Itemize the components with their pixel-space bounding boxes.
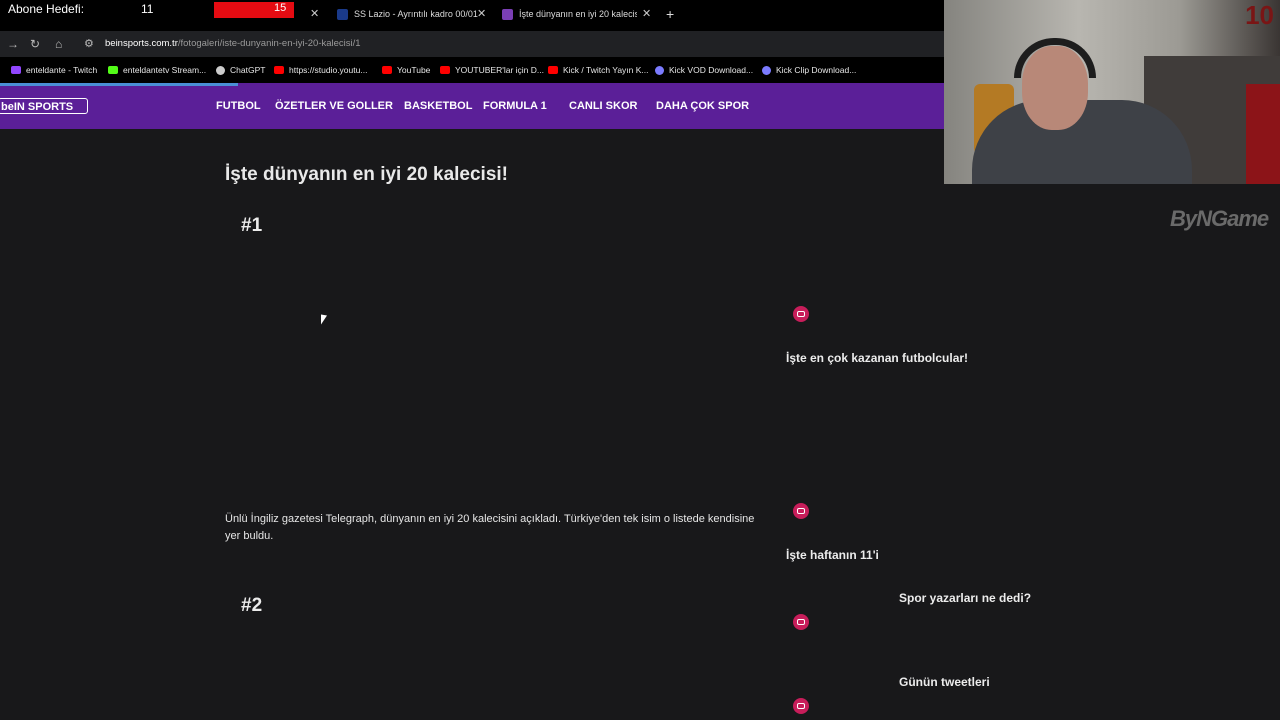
bookmark-item[interactable]: enteldante - Twitch [11,65,97,75]
camera-icon [793,503,809,519]
nav-accent-line [0,83,238,86]
url-field[interactable]: beinsports.com.tr/fotogaleri/iste-dunyan… [105,38,361,49]
chatgpt-icon [216,65,225,75]
tab-lazio[interactable]: SS Lazio - Ayrıntılı kadro 00/01 [337,0,487,28]
nav-canli-skor[interactable]: CANLI SKOR [569,100,637,112]
nav-futbol[interactable]: FUTBOL [216,100,261,112]
site-navbar: beIN SPORTS FUTBOL ÖZETLER VE GOLLER BAS… [0,83,944,129]
bookmarks-bar: enteldante - Twitch enteldantetv Stream.… [0,57,944,83]
webcam-overlay: 10 [944,0,1280,184]
bookmark-label: ChatGPT [230,65,266,75]
url-host: beinsports.com.tr [105,38,178,49]
address-bar: → ↻ ⌂ ⚙ beinsports.com.tr/fotogaleri/ist… [0,31,944,57]
home-icon[interactable]: ⌂ [55,37,62,51]
nav-basketbol[interactable]: BASKETBOL [404,100,472,112]
download-site-icon [762,65,771,75]
tab-title: İşte dünyanın en iyi 20 kalecisi | [519,9,637,19]
nav-daha-cok-spor[interactable]: DAHA ÇOK SPOR [656,100,749,112]
site-settings-icon[interactable]: ⚙ [84,37,94,50]
camera-icon [793,614,809,630]
bookmark-label: Kick / Twitch Yayın K... [563,65,649,75]
mouse-cursor-icon [321,314,327,326]
bookmark-label: YouTube [397,65,431,75]
sidebar-link[interactable]: Spor yazarları ne dedi? [899,591,1031,605]
sidebar-link[interactable]: Günün tweetleri [899,675,990,689]
browser-tab-bar: Abone Hedefi: 11 15 SS Lazio - Ayrıntılı… [0,0,944,31]
tab-title: SS Lazio - Ayrıntılı kadro 00/01 [354,9,478,19]
bookmark-label: YOUTUBER'lar için D... [455,65,544,75]
nav-formula-1[interactable]: FORMULA 1 [483,100,547,112]
bookmark-item[interactable]: Kick Clip Download... [762,65,856,75]
close-tab-icon[interactable]: ✕ [477,7,486,20]
bookmark-item[interactable]: YOUTUBER'lar için D... [440,65,544,75]
bookmark-label: enteldantetv Stream... [123,65,207,75]
channel-watermark-logo: ByNGame [1170,206,1269,231]
bookmark-label: Kick Clip Download... [776,65,857,75]
gallery-item-number: #2 [241,595,263,616]
twitch-icon [11,66,21,74]
bookmark-label: Kick VOD Download... [669,65,754,75]
bookmark-item[interactable]: YouTube [382,65,430,75]
webcam-badge: 10 [1245,0,1274,30]
bein-favicon-icon [502,8,513,20]
bookmark-item[interactable]: ChatGPT [216,65,265,75]
camera-icon [793,306,809,322]
close-tab-icon[interactable]: ✕ [642,7,651,20]
tab-active-article[interactable]: İşte dünyanın en iyi 20 kalecisi | [502,0,637,28]
reload-icon[interactable]: ↻ [30,37,40,51]
bookmark-item[interactable]: enteldantetv Stream... [108,65,206,75]
close-tab-icon[interactable]: ✕ [310,7,319,20]
bookmark-item[interactable]: https://studio.youtu... [274,65,367,75]
new-tab-icon[interactable]: + [666,6,674,22]
goal-current: 11 [141,2,154,16]
goal-target: 15 [274,2,287,14]
subscriber-goal-overlay: Abone Hedefi: 11 15 [0,0,300,18]
download-site-icon [655,65,664,75]
article-description: Ünlü İngiliz gazetesi Telegraph, dünyanı… [225,513,755,542]
url-path: /fotogaleri/iste-dunyanin-en-iyi-20-kale… [177,38,361,49]
youtube-icon [548,66,558,74]
bookmark-item[interactable]: Kick VOD Download... [655,65,753,75]
bookmark-item[interactable]: Kick / Twitch Yayın K... [548,65,649,75]
forward-icon[interactable]: → [7,37,19,51]
youtube-icon [382,66,392,74]
goal-label: Abone Hedefi: [8,2,85,16]
gallery-item-number: #1 [241,215,263,236]
bookmark-label: https://studio.youtu... [289,65,368,75]
sidebar-link[interactable]: İşte en çok kazanan futbolcular! [786,351,968,365]
bookmark-label: enteldante - Twitch [26,65,98,75]
lazio-favicon-icon [337,8,348,20]
article-title: İşte dünyanın en iyi 20 kalecisi! [225,164,509,185]
camera-icon [793,698,809,714]
sidebar-link[interactable]: İşte haftanın 11'i [786,548,879,562]
webcam-red-object [1246,84,1280,184]
youtube-icon [274,66,284,74]
youtube-icon [440,66,450,74]
nav-ozetler-ve-goller[interactable]: ÖZETLER VE GOLLER [275,100,393,112]
bein-sports-logo[interactable]: beIN SPORTS [0,98,88,114]
kick-icon [108,66,118,74]
